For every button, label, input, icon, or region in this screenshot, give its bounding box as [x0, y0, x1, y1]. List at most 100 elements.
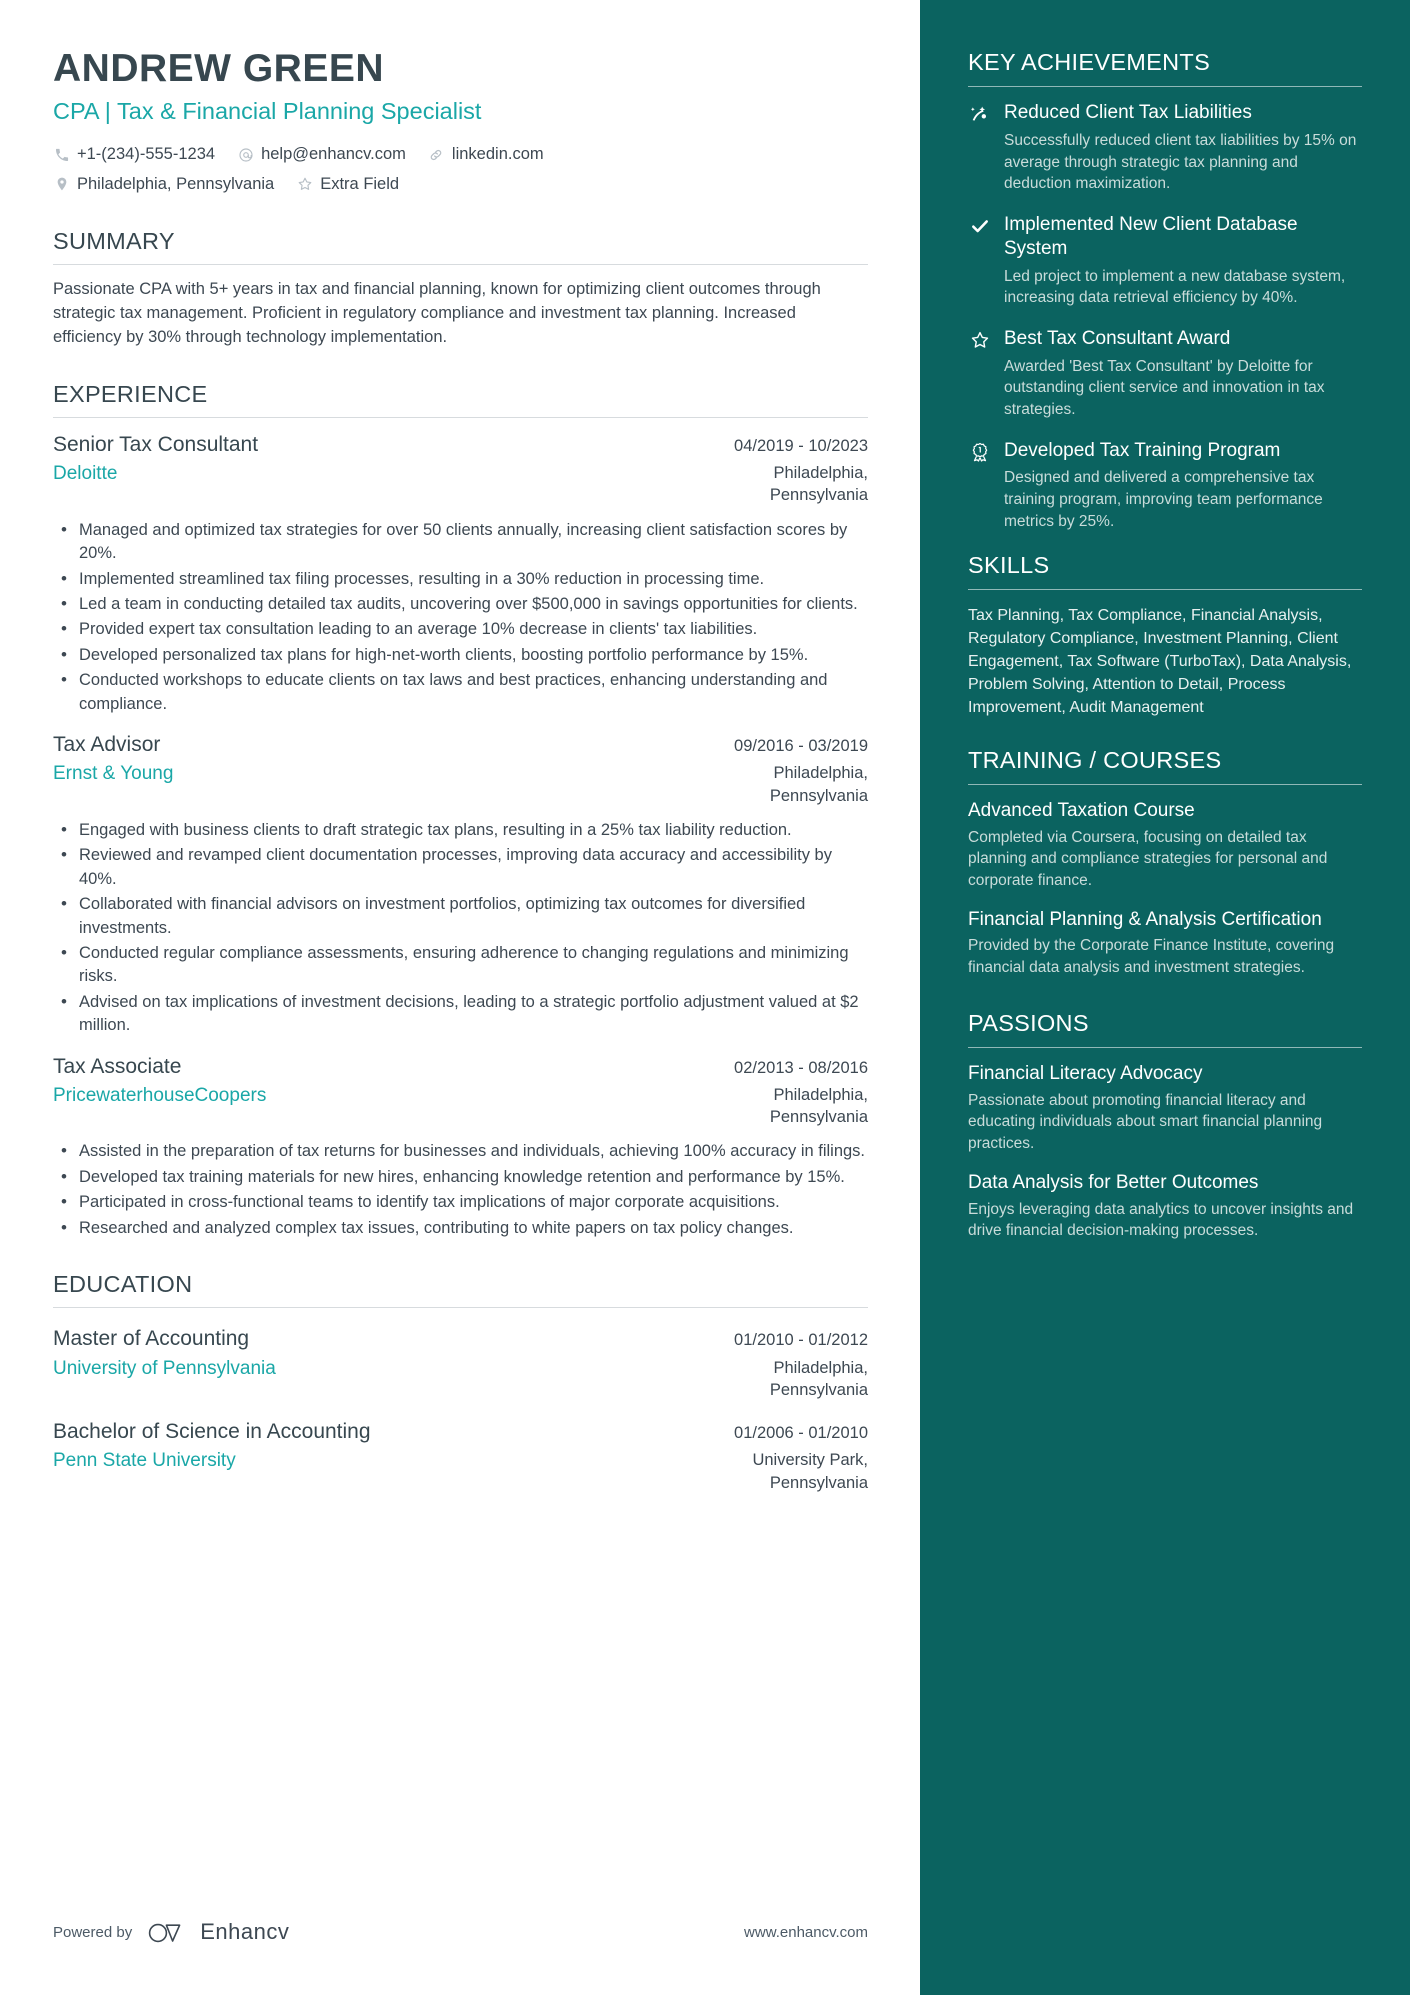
medal-icon	[968, 439, 992, 462]
passions-heading: PASSIONS	[968, 1009, 1089, 1036]
experience-company[interactable]: Deloitte	[53, 462, 117, 487]
experience-bullet: Led a team in conducting detailed tax au…	[61, 592, 868, 617]
achievements-list: Reduced Client Tax Liabilities Successful…	[968, 101, 1362, 532]
section-education: EDUCATION Master of Accounting 01/2010 - …	[53, 1270, 868, 1494]
experience-bullet: Researched and analyzed complex tax issu…	[61, 1216, 868, 1241]
sidebar-section-achievements: KEY ACHIEVEMENTS Reduced Client Tax Liab…	[968, 48, 1362, 533]
powered-by-block: Powered by Enhancv	[53, 1919, 289, 1945]
experience-bullet: Provided expert tax consultation leading…	[61, 617, 868, 642]
contact-phone[interactable]: +1-(234)-555-1234	[53, 142, 215, 167]
phone-icon	[53, 146, 70, 163]
experience-bullet: Conducted workshops to educate clients o…	[61, 668, 868, 716]
experience-bullets: Engaged with business clients to draft s…	[53, 818, 868, 1038]
enhancv-wordmark: Enhancv	[200, 1919, 290, 1944]
experience-entry-subheader: Deloitte Philadelphia, Pennsylvania	[53, 462, 868, 507]
education-entry-header: Master of Accounting 01/2010 - 01/2012	[53, 1326, 868, 1352]
powered-by-label: Powered by	[53, 1923, 133, 1941]
experience-bullet: Developed tax training materials for new…	[61, 1165, 868, 1190]
experience-location: Philadelphia, Pennsylvania	[769, 764, 868, 805]
main-column: ANDREW GREEN CPA | Tax & Financial Plann…	[0, 0, 920, 1995]
education-location: Philadelphia, Pennsylvania	[769, 1358, 868, 1399]
achievement-item: Best Tax Consultant Award Awarded 'Best T…	[968, 327, 1362, 421]
passion-description: Passionate about promoting financial lit…	[968, 1091, 1323, 1153]
experience-entry-header: Tax Advisor 09/2016 - 03/2019	[53, 732, 868, 758]
achievements-divider	[968, 86, 1362, 88]
passions-divider	[968, 1046, 1362, 1048]
achievement-title: Best Tax Consultant Award	[1004, 327, 1231, 349]
contact-email[interactable]: help@enhancv.com	[237, 142, 406, 167]
contact-extra-field[interactable]: Extra Field	[296, 172, 399, 197]
achievement-item: Developed Tax Training Program Designed a…	[968, 439, 1362, 533]
experience-company[interactable]: PricewaterhouseCoopers	[53, 1084, 266, 1109]
education-location: University Park, Pennsylvania	[752, 1451, 868, 1492]
training-divider	[968, 783, 1362, 785]
training-heading: TRAINING / COURSES	[968, 746, 1222, 773]
achievements-heading: KEY ACHIEVEMENTS	[968, 49, 1211, 75]
achievement-title: Implemented New Client Database System	[1004, 214, 1298, 259]
resume-page: ANDREW GREEN CPA | Tax & Financial Plann…	[0, 0, 1410, 1995]
contact-row-1: +1-(234)-555-1234 help@enhancv.com linke…	[53, 142, 868, 167]
training-item: Advanced Taxation Course Completed via Co…	[968, 799, 1362, 892]
experience-bullet: Conducted regular compliance assessments…	[61, 941, 868, 989]
achievement-item: Reduced Client Tax Liabilities Successful…	[968, 101, 1362, 195]
experience-date: 02/2013 - 08/2016	[734, 1058, 868, 1077]
experience-list: Senior Tax Consultant 04/2019 - 10/2023 De…	[53, 418, 868, 1240]
contact-linkedin[interactable]: linkedin.com	[428, 142, 544, 167]
experience-bullets: Managed and optimized tax strategies for…	[53, 518, 868, 716]
training-description: Provided by the Corporate Finance Instit…	[968, 937, 1335, 977]
experience-bullet: Developed personalized tax plans for hig…	[61, 643, 868, 668]
experience-bullet: Managed and optimized tax strategies for…	[61, 518, 868, 566]
education-entry: Bachelor of Science in Accounting 01/2006…	[53, 1401, 868, 1494]
achievement-description: Designed and delivered a comprehensive t…	[1004, 469, 1323, 530]
candidate-name: ANDREW GREEN	[53, 47, 385, 90]
star-icon	[968, 327, 992, 350]
experience-date: 04/2019 - 10/2023	[734, 436, 868, 455]
experience-role: Tax Associate	[53, 1054, 182, 1078]
enhancv-logo: Enhancv	[146, 1919, 289, 1945]
experience-role: Tax Advisor	[53, 733, 161, 757]
achievement-item: Implemented New Client Database System Le…	[968, 213, 1362, 309]
email-icon	[237, 146, 254, 163]
experience-heading: EXPERIENCE	[53, 380, 208, 407]
skills-divider	[968, 588, 1362, 590]
education-degree: Master of Accounting	[53, 1327, 250, 1351]
sidebar-section-skills: SKILLS Tax Planning, Tax Compliance, Fin…	[968, 551, 1362, 720]
experience-location: Philadelphia, Pennsylvania	[769, 464, 868, 505]
passion-item: Data Analysis for Better Outcomes Enjoys …	[968, 1171, 1362, 1242]
education-entry-subheader: University of Pennsylvania Philadelphia, …	[53, 1357, 868, 1402]
footer-url[interactable]: www.enhancv.com	[744, 1924, 868, 1941]
enhancv-mark-icon	[149, 1923, 181, 1943]
achievement-header: Best Tax Consultant Award	[968, 327, 1362, 351]
training-title: Advanced Taxation Course	[968, 799, 1195, 821]
education-school[interactable]: Penn State University	[53, 1449, 236, 1474]
experience-entry: Senior Tax Consultant 04/2019 - 10/2023 De…	[53, 418, 868, 716]
trend-arrow-icon	[968, 101, 992, 124]
contact-linkedin-text: linkedin.com	[451, 145, 544, 164]
contact-email-text: help@enhancv.com	[261, 145, 406, 164]
achievement-header: Implemented New Client Database System	[968, 213, 1362, 261]
experience-entry-subheader: PricewaterhouseCoopers Philadelphia, Penn…	[53, 1084, 868, 1129]
experience-company[interactable]: Ernst & Young	[53, 762, 173, 787]
experience-bullets: Assisted in the preparation of tax retur…	[53, 1139, 868, 1241]
education-date: 01/2006 - 01/2010	[734, 1424, 868, 1443]
sidebar-section-training: TRAINING / COURSES Advanced Taxation Cou…	[968, 746, 1362, 979]
link-icon	[428, 146, 445, 163]
page-footer: Powered by Enhancv www.enhancv.com	[53, 1919, 868, 1945]
contact-location[interactable]: Philadelphia, Pennsylvania	[53, 172, 274, 197]
achievement-title: Developed Tax Training Program	[1004, 439, 1281, 461]
achievement-description: Successfully reduced client tax liabilit…	[1004, 131, 1357, 193]
achievement-title: Reduced Client Tax Liabilities	[1004, 102, 1252, 124]
contact-info: +1-(234)-555-1234 help@enhancv.com linke…	[53, 142, 868, 197]
candidate-headline: CPA | Tax & Financial Planning Specialis…	[53, 97, 482, 124]
section-experience: EXPERIENCE Senior Tax Consultant 04/2019 …	[53, 380, 868, 1240]
education-heading: EDUCATION	[53, 1271, 193, 1298]
sidebar: KEY ACHIEVEMENTS Reduced Client Tax Liab…	[920, 0, 1410, 1995]
education-list: Master of Accounting 01/2010 - 01/2012 Uni…	[53, 1308, 868, 1494]
experience-entry-header: Senior Tax Consultant 04/2019 - 10/2023	[53, 432, 868, 458]
passion-description: Enjoys leveraging data analytics to unco…	[968, 1200, 1354, 1240]
contact-location-text: Philadelphia, Pennsylvania	[77, 175, 275, 194]
education-degree: Bachelor of Science in Accounting	[53, 1420, 371, 1444]
education-school[interactable]: University of Pennsylvania	[53, 1357, 276, 1382]
experience-entry: Tax Advisor 09/2016 - 03/2019 Ernst & Youn…	[53, 718, 868, 1038]
